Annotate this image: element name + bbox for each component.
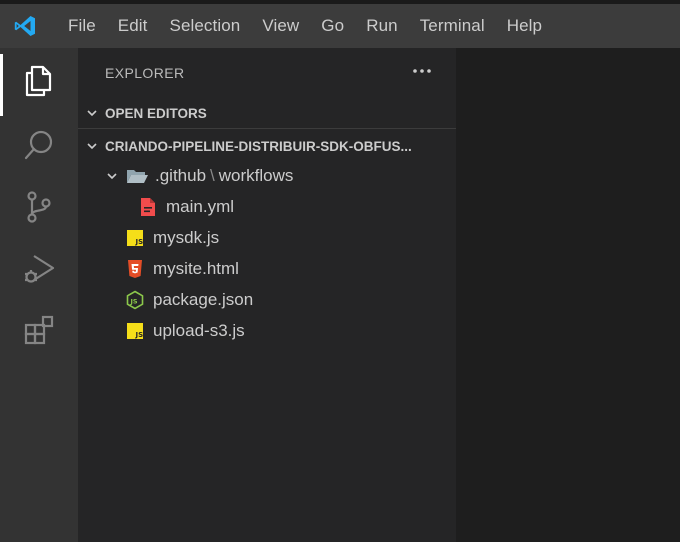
file-name: upload-s3.js bbox=[153, 321, 245, 340]
open-editors-label: OPEN EDITORS bbox=[105, 105, 207, 121]
svg-text:JS: JS bbox=[135, 238, 144, 246]
vscode-logo-icon bbox=[0, 4, 50, 48]
extensions-icon bbox=[22, 314, 56, 352]
menu-bar: File Edit Selection View Go Run Terminal… bbox=[50, 4, 553, 48]
js-file-icon: JS bbox=[124, 227, 146, 249]
activity-run-debug[interactable] bbox=[0, 240, 78, 302]
svg-text:JS: JS bbox=[130, 297, 138, 305]
chevron-down-icon bbox=[78, 140, 105, 152]
file-name: package.json bbox=[153, 290, 254, 309]
folder-open-icon bbox=[126, 165, 148, 187]
run-debug-icon bbox=[22, 252, 56, 290]
tree-file-package-json[interactable]: JS package.json bbox=[78, 285, 456, 315]
activity-source-control[interactable] bbox=[0, 178, 78, 240]
tree-file-upload-s3-js[interactable]: JS upload-s3.js bbox=[78, 316, 456, 346]
title-bar: File Edit Selection View Go Run Terminal… bbox=[0, 0, 680, 48]
menu-file[interactable]: File bbox=[50, 4, 107, 48]
js-file-icon: JS bbox=[124, 320, 146, 342]
activity-extensions[interactable] bbox=[0, 302, 78, 364]
section-divider bbox=[78, 128, 456, 129]
tree-file-main-yml[interactable]: main.yml bbox=[78, 192, 456, 222]
html-file-icon bbox=[124, 258, 146, 280]
chevron-right-icon bbox=[78, 107, 105, 119]
menu-selection[interactable]: Selection bbox=[159, 4, 252, 48]
file-name: main.yml bbox=[166, 197, 235, 216]
file-name: mysite.html bbox=[153, 259, 239, 278]
files-icon bbox=[22, 64, 56, 102]
activity-bar bbox=[0, 48, 78, 542]
menu-edit[interactable]: Edit bbox=[107, 4, 159, 48]
folder-name: CRIANDO-PIPELINE-DISTRIBUIR-SDK-OBFUS... bbox=[105, 138, 412, 154]
folder-github-label: .github bbox=[155, 166, 207, 185]
file-name: mysdk.js bbox=[153, 228, 220, 247]
tree-file-mysdk-js[interactable]: JS mysdk.js bbox=[78, 223, 456, 253]
folder-header[interactable]: CRIANDO-PIPELINE-DISTRIBUIR-SDK-OBFUS... bbox=[78, 132, 456, 160]
editor-area[interactable] bbox=[456, 48, 680, 542]
menu-view[interactable]: View bbox=[251, 4, 310, 48]
activity-explorer[interactable] bbox=[0, 52, 78, 116]
menu-run[interactable]: Run bbox=[355, 4, 409, 48]
explorer-sidebar: EXPLORER OPEN EDITORS CRIANDO-PIPELINE-D… bbox=[78, 48, 456, 542]
activity-search[interactable] bbox=[0, 116, 78, 178]
folder-workflows-label: workflows bbox=[218, 166, 294, 185]
yaml-file-icon bbox=[137, 196, 159, 218]
menu-go[interactable]: Go bbox=[310, 4, 355, 48]
svg-text:JS: JS bbox=[135, 331, 144, 339]
open-editors-header[interactable]: OPEN EDITORS bbox=[78, 99, 456, 127]
ellipsis-icon[interactable] bbox=[410, 59, 434, 83]
chevron-down-icon bbox=[102, 170, 122, 182]
menu-help[interactable]: Help bbox=[496, 4, 553, 48]
tree-folder-github-workflows[interactable]: .github \ workflows bbox=[78, 161, 456, 191]
nodejs-file-icon: JS bbox=[124, 289, 146, 311]
explorer-title: EXPLORER bbox=[105, 65, 185, 81]
search-icon bbox=[22, 128, 56, 166]
menu-terminal[interactable]: Terminal bbox=[409, 4, 496, 48]
path-separator: \ bbox=[210, 166, 215, 185]
tree-file-mysite-html[interactable]: mysite.html bbox=[78, 254, 456, 284]
source-control-icon bbox=[22, 190, 56, 228]
